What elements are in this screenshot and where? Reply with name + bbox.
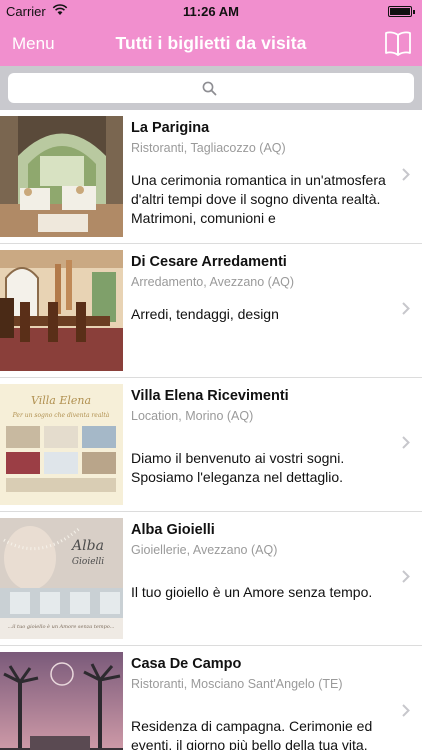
status-time: 11:26 AM (183, 4, 239, 19)
listing-table: La Parigina Ristoranti, Tagliacozzo (AQ)… (0, 110, 422, 750)
listing-description: Una cerimonia romantica in un'atmosfera … (131, 172, 386, 226)
list-item[interactable]: Casa De Campo Ristoranti, Mosciano Sant'… (0, 646, 422, 750)
listing-description: Residenza di campagna. Cerimonie ed even… (131, 718, 373, 750)
book-icon[interactable] (384, 30, 412, 61)
villa-elena-tagline: Per un sogno che diventa realtà (12, 412, 110, 419)
list-item[interactable]: Di Cesare Arredamenti Arredamento, Avezz… (0, 244, 422, 378)
alba-logo-text: Alba (70, 538, 104, 554)
listing-name: La Parigina (131, 120, 210, 136)
listing-name: Di Cesare Arredamenti (131, 254, 287, 270)
listing-name: Casa De Campo (131, 656, 242, 672)
chevron-right-icon (402, 570, 410, 583)
listing-category: Gioiellerie, Avezzano (AQ) (131, 543, 278, 557)
listing-category: Ristoranti, Mosciano Sant'Angelo (TE) (131, 677, 343, 691)
list-item[interactable]: Alba Gioielli ...il tuo gioiello è un Am… (0, 512, 422, 646)
listing-thumbnail: Villa Elena Per un sogno che diventa rea… (0, 384, 123, 505)
search-icon (202, 81, 217, 96)
navigation-bar: Menu Tutti i biglietti da visita (0, 22, 422, 66)
battery-icon (388, 6, 415, 17)
chevron-right-icon (402, 302, 410, 315)
chevron-right-icon (402, 436, 410, 449)
listing-category: Location, Morino (AQ) (131, 409, 254, 423)
chevron-right-icon (402, 704, 410, 717)
listing-thumbnail (0, 652, 123, 750)
villa-elena-logo: Villa Elena (31, 394, 91, 407)
listing-description: Il tuo gioiello è un Amore senza tempo. (131, 584, 373, 600)
listing-description: Arredi, tendaggi, design (131, 306, 279, 322)
chevron-right-icon (402, 168, 410, 181)
listing-name: Alba Gioielli (131, 522, 215, 538)
listing-thumbnail (0, 250, 123, 371)
list-item[interactable]: La Parigina Ristoranti, Tagliacozzo (AQ)… (0, 110, 422, 244)
list-item[interactable]: Villa Elena Per un sogno che diventa rea… (0, 378, 422, 512)
status-bar: Carrier 11:26 AM (0, 0, 422, 22)
page-title: Tutti i biglietti da visita (115, 33, 307, 53)
alba-logo-subtext: Gioielli (72, 557, 104, 567)
listing-description: Diamo il benvenuto ai vostri sogni. Spos… (131, 450, 345, 485)
search-input[interactable] (8, 73, 414, 103)
listing-thumbnail (0, 116, 123, 237)
listing-thumbnail: Alba Gioielli ...il tuo gioiello è un Am… (0, 518, 123, 639)
listing-name: Villa Elena Ricevimenti (131, 388, 289, 404)
listing-category: Ristoranti, Tagliacozzo (AQ) (131, 141, 286, 155)
search-bar (0, 66, 422, 110)
listing-category: Arredamento, Avezzano (AQ) (131, 275, 295, 289)
alba-caption-text: ...il tuo gioiello è un Amore senza temp… (8, 623, 115, 630)
